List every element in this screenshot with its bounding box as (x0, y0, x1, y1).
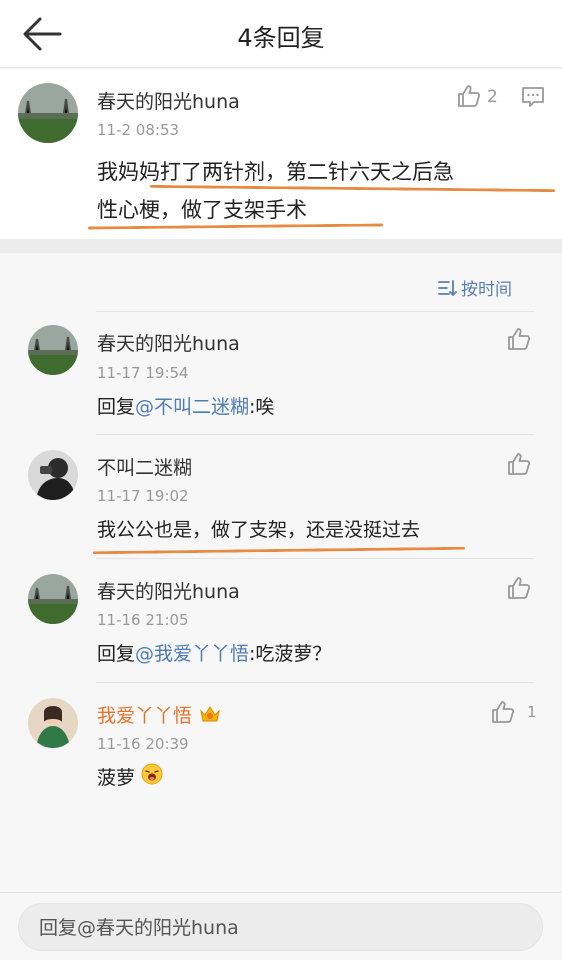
reply-author[interactable]: 我爱丫丫悟 (97, 701, 222, 730)
like-icon[interactable] (506, 451, 532, 481)
sort-button[interactable]: 按时间 (437, 275, 512, 300)
reply-text: :吃菠萝？ (249, 643, 332, 665)
list-item: 春天的阳光huna 11-17 19:54 回复@不叫二迷糊:唉 (0, 312, 562, 435)
reply-text: 菠萝 (97, 767, 136, 789)
like-icon[interactable] (456, 83, 482, 113)
page-title: 4条回复 (237, 24, 325, 52)
list-item: 不叫二迷糊 11-17 19:02 我公公也是，做了支架，还是没挺过去 (0, 435, 562, 559)
reply-author[interactable]: 不叫二迷糊 (97, 453, 192, 480)
reply-time: 11-17 19:54 (97, 364, 189, 382)
reply-prefix: 回复 (97, 396, 136, 418)
reply-list: 按时间 春天的阳光huna 11-17 19:54 回复@不叫二迷糊:唉 不叫二… (0, 253, 562, 893)
like-icon[interactable] (490, 699, 516, 729)
vip-badge-icon (198, 703, 222, 730)
avatar[interactable] (28, 574, 78, 624)
avatar[interactable] (18, 83, 78, 143)
mention-link[interactable]: @我爱丫丫悟 (135, 643, 249, 665)
reply-content: 回复@不叫二迷糊:唉 (97, 388, 274, 426)
sort-icon (438, 279, 457, 296)
reply-author[interactable]: 春天的阳光huna (97, 577, 240, 604)
reply-content: 回复@我爱丫丫悟:吃菠萝？ (97, 635, 331, 673)
reply-author-name: 我爱丫丫悟 (97, 705, 193, 727)
sort-label: 按时间 (461, 280, 512, 300)
mention-link[interactable]: @不叫二迷糊 (135, 396, 249, 418)
reply-content: 菠萝 (97, 759, 163, 798)
like-count: 1 (527, 703, 537, 721)
reply-time: 11-16 20:39 (97, 735, 189, 753)
reply-text: :唉 (249, 396, 275, 418)
like-icon[interactable] (506, 575, 532, 605)
reply-bar: 回复@春天的阳光huna (0, 892, 562, 960)
list-item: 春天的阳光huna 11-16 21:05 回复@我爱丫丫悟:吃菠萝？ (0, 559, 562, 683)
reply-content: 我公公也是，做了支架，还是没挺过去 (97, 519, 421, 541)
avatar[interactable] (28, 698, 78, 748)
avatar[interactable] (28, 450, 78, 500)
reply-prefix: 回复 (97, 643, 136, 665)
reply-input[interactable]: 回复@春天的阳光huna (18, 903, 543, 951)
like-icon[interactable] (506, 326, 532, 356)
section-divider (0, 239, 562, 253)
cheer-face-emoji-icon (141, 760, 163, 798)
main-comment: 春天的阳光huna 11-2 08:53 2 我妈妈打了两针剂，第二针六天之后急… (0, 69, 562, 239)
list-item: 我爱丫丫悟 11-16 20:39 1 菠萝 (0, 683, 562, 813)
avatar[interactable] (28, 325, 78, 375)
like-count: 2 (487, 87, 498, 107)
comment-author[interactable]: 春天的阳光huna (97, 87, 240, 114)
comment-icon[interactable] (521, 85, 545, 113)
top-bar: 4条回复 (0, 0, 562, 68)
reply-author[interactable]: 春天的阳光huna (97, 329, 240, 356)
comment-time: 11-2 08:53 (97, 121, 180, 139)
reply-time: 11-16 21:05 (97, 611, 189, 629)
reply-time: 11-17 19:02 (97, 487, 189, 505)
